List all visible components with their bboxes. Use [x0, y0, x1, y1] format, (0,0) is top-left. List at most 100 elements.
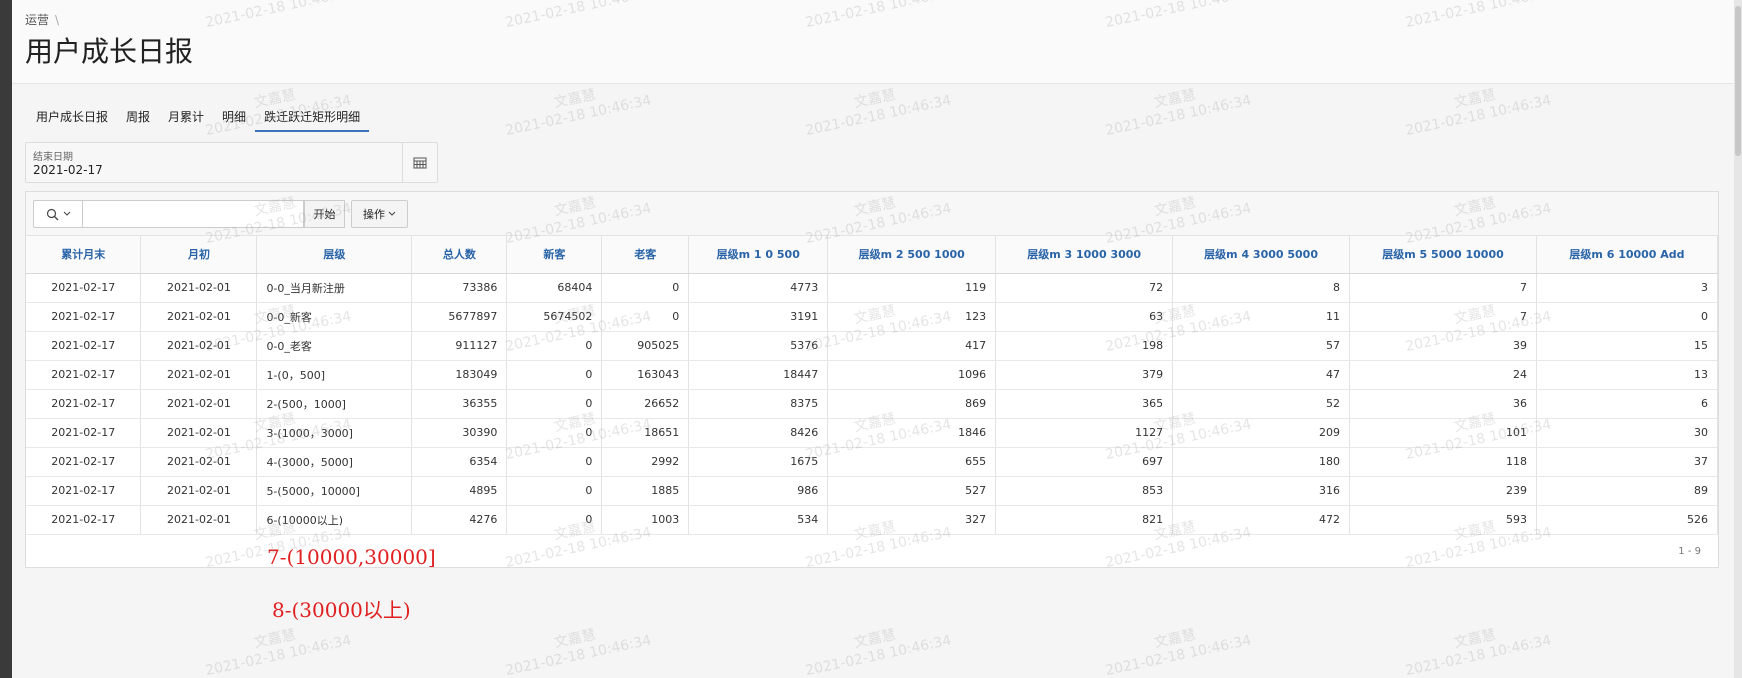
column-header[interactable]: 总人数 — [411, 236, 508, 274]
table-cell: 7 — [1349, 273, 1537, 303]
tab-daily-report[interactable]: 用户成长日报 — [27, 102, 117, 132]
table-cell: 36 — [1349, 389, 1537, 419]
table-cell: 180 — [1172, 447, 1351, 477]
table-cell: 72 — [995, 273, 1174, 303]
end-date-value[interactable]: 2021-02-17 — [33, 163, 103, 177]
table-cell: 869 — [827, 389, 997, 419]
tab-details[interactable]: 明细 — [213, 102, 255, 132]
table-cell: 3191 — [688, 302, 829, 332]
chevron-down-icon — [63, 211, 70, 216]
chevron-down-icon — [388, 211, 396, 216]
breadcrumb: 运营 \ — [25, 11, 59, 28]
table-cell: 119 — [827, 273, 997, 303]
end-date-field[interactable]: 结束日期 2021-02-17 — [25, 142, 438, 183]
table-cell: 1846 — [827, 418, 997, 448]
table-cell: 4276 — [411, 505, 508, 535]
search-input[interactable] — [83, 200, 304, 228]
calendar-icon — [413, 157, 427, 169]
go-button[interactable]: 开始 — [304, 200, 345, 228]
table-cell: 0 — [506, 418, 603, 448]
table-cell: 6354 — [411, 447, 508, 477]
table-cell: 5677897 — [411, 302, 508, 332]
table-cell: 118 — [1349, 447, 1537, 477]
table-cell: 1885 — [601, 476, 690, 506]
table-row: 2021-02-17 2021-02-01 5-(5000，10000] 4895 0 1… — [26, 476, 1719, 506]
scrollbar-thumb[interactable] — [1735, 6, 1741, 156]
watermark-timestamp: 2021-02-18 10:46:34 — [1404, 632, 1553, 678]
table-cell: 0 — [506, 447, 603, 477]
table-cell: 2021-02-01 — [140, 447, 258, 477]
calendar-button[interactable] — [402, 143, 437, 182]
table-cell: 316 — [1172, 476, 1351, 506]
table-cell: 853 — [995, 476, 1174, 506]
table-row: 2021-02-17 2021-02-01 6-(10000以上) 4276 0 1003… — [26, 505, 1719, 535]
tab-monthly-cumulative[interactable]: 月累计 — [159, 102, 213, 132]
search-column-selector[interactable] — [33, 200, 83, 228]
table-body: 2021-02-17 2021-02-01 0-0_当月新注册 73386 68404 0… — [26, 273, 1719, 535]
table-cell: 2021-02-01 — [140, 418, 258, 448]
handwritten-note-line1: 7-(10000,30000] — [267, 545, 436, 569]
table-cell: 1675 — [688, 447, 829, 477]
table-cell: 1096 — [827, 360, 997, 390]
page-scrollbar[interactable] — [1734, 0, 1742, 678]
column-header[interactable]: 层级 — [256, 236, 413, 274]
table-cell: 2992 — [601, 447, 690, 477]
table-cell: 18651 — [601, 418, 690, 448]
column-header[interactable]: 月初 — [140, 236, 258, 274]
table-cell: 7 — [1349, 302, 1537, 332]
tab-weekly-report[interactable]: 周报 — [117, 102, 159, 132]
table-cell: 0-0_老客 — [256, 331, 413, 361]
table-cell: 101 — [1349, 418, 1537, 448]
table-cell: 0 — [506, 505, 603, 535]
watermark-name: 文嘉慧 — [1452, 626, 1498, 652]
table-cell: 2021-02-01 — [140, 476, 258, 506]
column-header[interactable]: 层级m 6 10000 Add — [1536, 236, 1719, 274]
column-header[interactable]: 老客 — [601, 236, 690, 274]
watermark-timestamp: 2021-02-18 10:46:34 — [804, 92, 953, 140]
table-cell: 527 — [827, 476, 997, 506]
table-cell: 2021-02-17 — [26, 331, 142, 361]
table-row: 2021-02-17 2021-02-01 0-0_当月新注册 73386 68404 0… — [26, 273, 1719, 303]
table-cell: 655 — [827, 447, 997, 477]
table-cell: 1127 — [995, 418, 1174, 448]
column-header[interactable]: 层级m 5 5000 10000 — [1349, 236, 1537, 274]
table-cell: 123 — [827, 302, 997, 332]
table-cell: 2021-02-01 — [140, 331, 258, 361]
table-header-row: 累计月末 月初 层级 总人数 新客 老客 层级m 1 0 500 层级m 2 5… — [26, 236, 1719, 274]
table-cell: 2021-02-01 — [140, 505, 258, 535]
tab-migration-matrix[interactable]: 跌迁跃迁矩形明细 — [255, 102, 370, 132]
table-cell: 2021-02-17 — [26, 273, 142, 303]
column-header[interactable]: 层级m 4 3000 5000 — [1172, 236, 1351, 274]
column-header[interactable]: 累计月末 — [26, 236, 142, 274]
table-cell: 0 — [1536, 302, 1719, 332]
table-cell: 13 — [1536, 360, 1719, 390]
breadcrumb-item[interactable]: 运营 — [25, 13, 49, 27]
table-cell: 39 — [1349, 331, 1537, 361]
table-cell: 5376 — [688, 331, 829, 361]
table-cell: 2-(500，1000] — [256, 389, 413, 419]
actions-menu-button[interactable]: 操作 — [351, 200, 408, 228]
table-row: 2021-02-17 2021-02-01 0-0_新客 5677897 5674502… — [26, 302, 1719, 332]
watermark-timestamp: 2021-02-18 10:46:34 — [504, 92, 653, 140]
handwritten-note-line2: 8-(30000以上) — [272, 598, 411, 622]
column-header[interactable]: 层级m 2 500 1000 — [827, 236, 997, 274]
table-cell: 89 — [1536, 476, 1719, 506]
table-cell: 2021-02-17 — [26, 360, 142, 390]
watermark-timestamp: 2021-02-18 10:46:34 — [204, 632, 353, 678]
table-cell: 2021-02-17 — [26, 389, 142, 419]
table-row: 2021-02-17 2021-02-01 1-(0，500] 183049 0 1630… — [26, 360, 1719, 390]
watermark-name: 文嘉慧 — [852, 626, 898, 652]
column-header[interactable]: 层级m 3 1000 3000 — [995, 236, 1174, 274]
table-cell: 3-(1000，3000] — [256, 418, 413, 448]
column-header[interactable]: 层级m 1 0 500 — [688, 236, 829, 274]
table-cell: 63 — [995, 302, 1174, 332]
watermark: 文嘉慧2021-02-18 10:46:34 — [800, 613, 953, 678]
watermark-name: 文嘉慧 — [552, 626, 598, 652]
watermark-timestamp: 2021-02-18 10:46:34 — [804, 632, 953, 678]
table-cell: 6-(10000以上) — [256, 505, 413, 535]
watermark-timestamp: 2021-02-18 10:46:34 — [1104, 92, 1253, 140]
column-header[interactable]: 新客 — [506, 236, 603, 274]
report-toolbar: 开始 操作 — [26, 192, 1718, 236]
table-cell: 526 — [1536, 505, 1719, 535]
table-row: 2021-02-17 2021-02-01 2-(500，1000] 36355 0 26… — [26, 389, 1719, 419]
